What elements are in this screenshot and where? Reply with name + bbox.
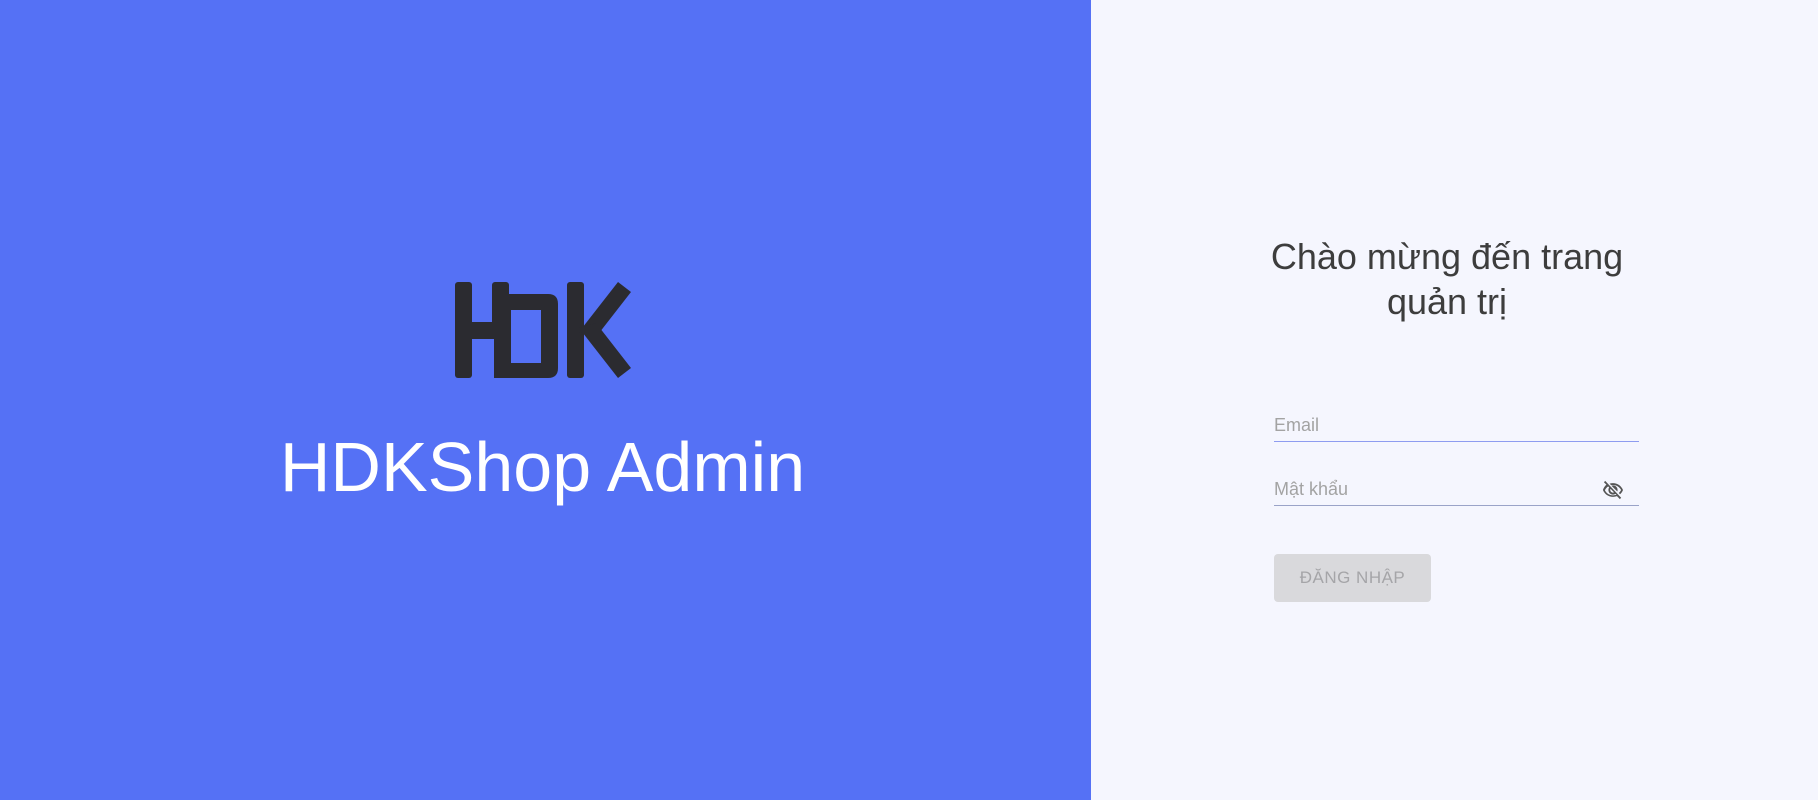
eye-off-icon-svg [1602,480,1623,500]
login-page: HDKShop Admin Chào mừng đến trang quản t… [0,0,1818,800]
login-panel: Chào mừng đến trang quản trị ĐĂNG NHẬP [1091,0,1818,800]
email-input[interactable] [1274,411,1639,440]
email-field-wrapper [1274,411,1639,442]
brand-title: HDKShop Admin [279,428,806,506]
eye-off-icon[interactable] [1599,477,1627,503]
password-field-wrapper [1274,475,1639,506]
login-button[interactable]: ĐĂNG NHẬP [1274,554,1431,602]
password-input[interactable] [1274,475,1639,504]
brand-panel: HDKShop Admin [0,0,1091,800]
hdk-logo [455,282,631,378]
welcome-heading: Chào mừng đến trang quản trị [1270,236,1624,322]
